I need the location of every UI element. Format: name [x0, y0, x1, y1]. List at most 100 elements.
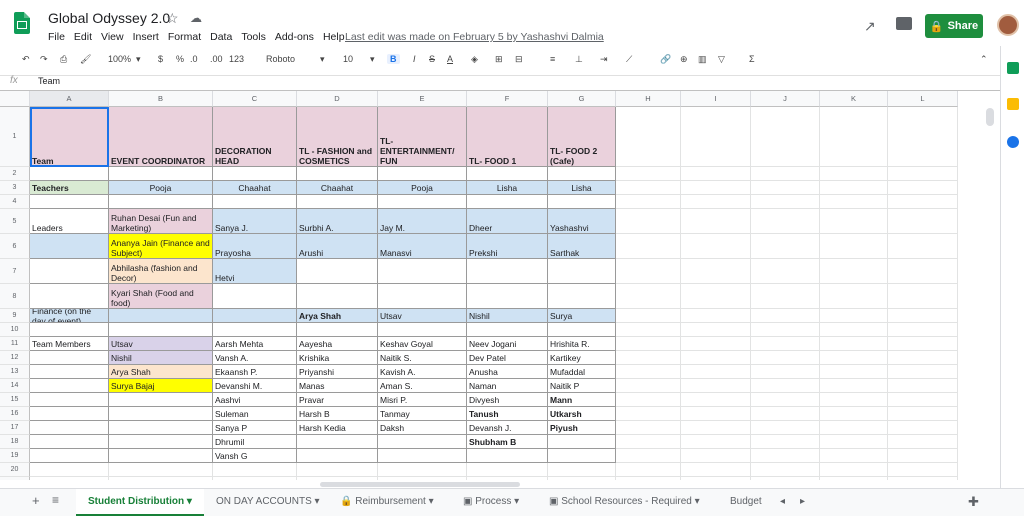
star-icon[interactable]: ☆ [166, 10, 179, 27]
cell-d14[interactable]: Manas [297, 379, 378, 393]
cell-l19[interactable] [888, 449, 958, 463]
column-header-g[interactable]: G [548, 91, 616, 107]
cell-c1[interactable]: DECORATION HEAD [213, 107, 297, 167]
cell-h1[interactable] [616, 107, 681, 167]
cell-l5[interactable] [888, 209, 958, 234]
more-formats-button[interactable]: 123 [229, 54, 244, 64]
cell-i17[interactable] [681, 421, 751, 435]
cell-e17[interactable]: Daksh [378, 421, 467, 435]
cell-b21[interactable] [109, 477, 213, 480]
cell-d8[interactable] [297, 284, 378, 309]
vertical-scrollbar[interactable] [986, 108, 994, 126]
add-sheet-icon[interactable]: + [32, 493, 40, 508]
cell-a11[interactable]: Team Members [30, 337, 109, 351]
cell-e1[interactable]: TL- ENTERTAINMENT/ FUN [378, 107, 467, 167]
cell-h3[interactable] [616, 181, 681, 195]
column-header-e[interactable]: E [378, 91, 467, 107]
cell-k4[interactable] [820, 195, 888, 209]
select-all-corner[interactable] [0, 91, 30, 107]
cell-e5[interactable]: Jay M. [378, 209, 467, 234]
cell-k16[interactable] [820, 407, 888, 421]
cell-j17[interactable] [751, 421, 820, 435]
cell-c16[interactable]: Suleman [213, 407, 297, 421]
row-header-11[interactable]: 11 [0, 337, 30, 351]
tab-reimbursement[interactable]: 🔒 Reimbursement ▾ [340, 496, 434, 507]
cell-h5[interactable] [616, 209, 681, 234]
cell-l18[interactable] [888, 435, 958, 449]
column-header-b[interactable]: B [109, 91, 213, 107]
menu-addons[interactable]: Add-ons [275, 31, 314, 43]
cell-d2[interactable] [297, 167, 378, 181]
cell-f16[interactable]: Tanush [467, 407, 548, 421]
cell-a15[interactable] [30, 393, 109, 407]
cell-i8[interactable] [681, 284, 751, 309]
cell-h18[interactable] [616, 435, 681, 449]
cell-l10[interactable] [888, 323, 958, 337]
cell-g3[interactable]: Lisha [548, 181, 616, 195]
cell-l7[interactable] [888, 259, 958, 284]
cell-e21[interactable] [378, 477, 467, 480]
row-header-1[interactable]: 1 [0, 107, 30, 167]
cell-b10[interactable] [109, 323, 213, 337]
cell-i18[interactable] [681, 435, 751, 449]
cell-d18[interactable] [297, 435, 378, 449]
cell-l8[interactable] [888, 284, 958, 309]
cell-f7[interactable] [467, 259, 548, 284]
cell-e20[interactable] [378, 463, 467, 477]
activity-trend-icon[interactable]: ↗ [864, 18, 876, 35]
font-chevron-icon[interactable]: ▾ [320, 54, 325, 65]
cell-c9[interactable] [213, 309, 297, 323]
tab-on-day-accounts[interactable]: ON DAY ACCOUNTS ▾ [216, 496, 320, 507]
cell-e14[interactable]: Aman S. [378, 379, 467, 393]
cell-b1[interactable]: EVENT COORDINATOR [109, 107, 213, 167]
cell-c17[interactable]: Sanya P [213, 421, 297, 435]
cell-h11[interactable] [616, 337, 681, 351]
cell-l6[interactable] [888, 234, 958, 259]
increase-decimal-button[interactable]: .00 [210, 54, 223, 64]
cell-l15[interactable] [888, 393, 958, 407]
cell-g9[interactable]: Surya [548, 309, 616, 323]
row-header-12[interactable]: 12 [0, 351, 30, 365]
row-header-16[interactable]: 16 [0, 407, 30, 421]
cell-e3[interactable]: Pooja [378, 181, 467, 195]
cell-e12[interactable]: Naitik S. [378, 351, 467, 365]
cell-a14[interactable] [30, 379, 109, 393]
horizontal-scrollbar[interactable] [320, 482, 520, 487]
cell-h13[interactable] [616, 365, 681, 379]
tasks-icon[interactable] [1007, 136, 1019, 148]
cell-k12[interactable] [820, 351, 888, 365]
cell-a19[interactable] [30, 449, 109, 463]
document-title[interactable]: Global Odyssey 2.0 [48, 10, 170, 26]
cell-d1[interactable]: TL - FASHION and COSMETICS [297, 107, 378, 167]
cell-c19[interactable]: Vansh G [213, 449, 297, 463]
cell-h21[interactable] [616, 477, 681, 480]
cell-g12[interactable]: Kartikey [548, 351, 616, 365]
cell-j16[interactable] [751, 407, 820, 421]
cloud-status-icon[interactable]: ☁ [190, 11, 202, 25]
cell-g11[interactable]: Hrishita R. [548, 337, 616, 351]
cell-g15[interactable]: Mann [548, 393, 616, 407]
cell-c4[interactable] [213, 195, 297, 209]
merge-cells-icon[interactable]: ⊟ [515, 54, 523, 65]
cell-g2[interactable] [548, 167, 616, 181]
menu-insert[interactable]: Insert [133, 31, 159, 43]
row-header-19[interactable]: 19 [0, 449, 30, 463]
cell-i21[interactable] [681, 477, 751, 480]
explore-icon[interactable]: ✚ [968, 494, 979, 510]
row-header-4[interactable]: 4 [0, 195, 30, 209]
cell-i14[interactable] [681, 379, 751, 393]
cell-f2[interactable] [467, 167, 548, 181]
decrease-decimal-button[interactable]: .0 [190, 54, 198, 64]
sheets-logo-icon[interactable] [14, 12, 30, 34]
cell-e7[interactable] [378, 259, 467, 284]
row-header-6[interactable]: 6 [0, 234, 30, 259]
cell-i19[interactable] [681, 449, 751, 463]
cell-j4[interactable] [751, 195, 820, 209]
column-header-h[interactable]: H [616, 91, 681, 107]
cell-d3[interactable]: Chaahat [297, 181, 378, 195]
cell-k10[interactable] [820, 323, 888, 337]
cell-d13[interactable]: Priyanshi [297, 365, 378, 379]
cell-j3[interactable] [751, 181, 820, 195]
row-header-17[interactable]: 17 [0, 421, 30, 435]
cell-h16[interactable] [616, 407, 681, 421]
